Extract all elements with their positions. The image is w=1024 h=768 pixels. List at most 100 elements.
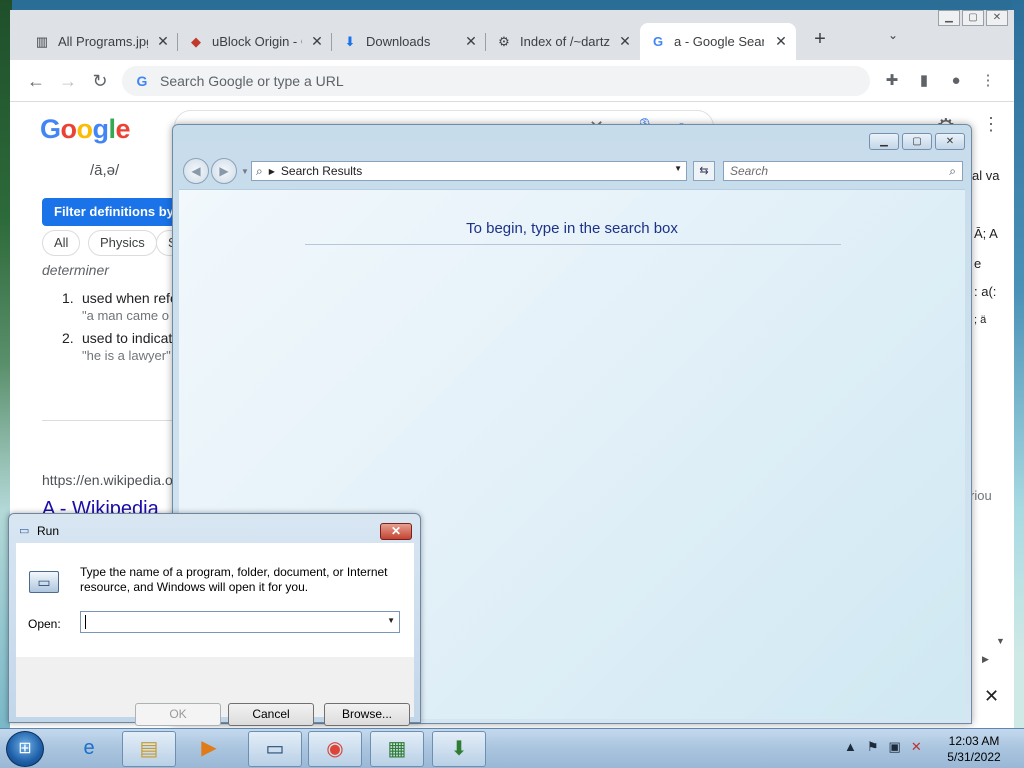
tab-downloads[interactable]: ⬇ Downloads ✕ <box>332 23 486 60</box>
search-input[interactable]: Search ⌕ <box>723 161 963 181</box>
close-icon[interactable]: ✕ <box>464 34 478 48</box>
definition-number: 2. <box>62 330 74 346</box>
knowledge-panel-text: riou <box>970 488 992 503</box>
divider <box>42 420 182 421</box>
definition-example: "he is a lawyer" <box>82 348 171 363</box>
browse-button[interactable]: Browse... <box>324 703 410 726</box>
tab-all-programs[interactable]: ▥ All Programs.jpg ✕ <box>24 23 178 60</box>
run-icon: ▭ <box>19 525 30 537</box>
network-icon[interactable]: ▣ <box>889 739 901 755</box>
start-button[interactable]: ⊞ <box>6 731 44 767</box>
run-taskbar-icon[interactable]: ▭ <box>248 731 302 767</box>
browser-toolbar: ← → ↻ G Search Google or type a URL ✚ ▮ … <box>10 60 1014 102</box>
profile-icon[interactable]: ● <box>946 71 966 91</box>
tab-index-dartz[interactable]: ⚙ Index of /~dartz ✕ <box>486 23 640 60</box>
show-hidden-icons[interactable]: ▲ <box>844 739 857 755</box>
taskbar: ⊞ e ▤ ▶ ▭ ◉ ▦ ⬇ ▲ ⚑ ▣ ✕ 12:03 AM 5/31/20… <box>0 728 1024 768</box>
address-bar[interactable]: ⌕ ▶ Search Results ▼ <box>251 161 687 181</box>
knowledge-panel-text: e <box>974 256 982 271</box>
minimize-button[interactable]: ▁ <box>938 10 960 26</box>
tab-title: Index of /~dartz <box>520 34 610 49</box>
media-player-icon[interactable]: ▶ <box>182 731 236 767</box>
knowledge-panel-text: : a(: <box>974 284 997 299</box>
extensions-icon[interactable]: ✚ <box>882 71 902 91</box>
tab-title: a - Google Searc <box>674 34 764 49</box>
result-url[interactable]: https://en.wikipedia.o <box>42 472 173 488</box>
close-icon[interactable]: ✕ <box>618 34 632 48</box>
dialog-title: Run <box>37 524 60 538</box>
open-label-text: Open: <box>28 617 61 631</box>
minimize-button[interactable]: ▁ <box>869 133 899 150</box>
side-panel-icon[interactable]: ▮ <box>914 71 934 91</box>
phonetic: /ā,ə/ <box>90 162 120 179</box>
image-icon: ▥ <box>35 33 49 49</box>
reload-button[interactable]: ↻ <box>88 69 112 93</box>
tab-google-search[interactable]: G a - Google Searc ✕ <box>640 23 796 60</box>
filter-definitions-button[interactable]: Filter definitions by to <box>42 198 192 226</box>
scroll-right-arrow[interactable]: ▶ <box>982 654 989 665</box>
chip-all[interactable]: All <box>42 230 81 256</box>
recent-pages-dropdown[interactable]: ▼ <box>241 167 249 176</box>
search-app-icon[interactable]: ⬇ <box>432 731 486 767</box>
open-label: Open: <box>28 617 61 631</box>
close-icon[interactable]: ✕ <box>774 34 788 48</box>
close-icon[interactable]: ✕ <box>310 34 324 48</box>
chrome-icon[interactable]: ◉ <box>308 731 362 767</box>
task-manager-icon[interactable]: ▦ <box>370 731 424 767</box>
close-icon[interactable]: ✕ <box>984 686 999 707</box>
knowledge-panel-text: Ā; A <box>974 226 998 241</box>
run-dialog-body: ▭ Type the name of a program, folder, do… <box>16 543 414 726</box>
back-button[interactable]: ← <box>24 69 48 93</box>
close-button[interactable]: ✕ <box>380 523 412 540</box>
close-icon[interactable]: ✕ <box>156 34 170 48</box>
internet-explorer-icon[interactable]: e <box>62 731 116 767</box>
maximize-button[interactable]: ▢ <box>902 133 932 150</box>
maximize-button[interactable]: ▢ <box>962 10 984 26</box>
scroll-down-arrow[interactable]: ▼ <box>996 636 1005 646</box>
clock[interactable]: 12:03 AM 5/31/2022 <box>934 733 1014 765</box>
back-button[interactable]: ◀ <box>183 158 209 184</box>
omnibox-placeholder: Search Google or type a URL <box>160 73 344 89</box>
new-tab-button[interactable]: + <box>806 26 834 54</box>
knowledge-panel-text: al va <box>972 168 1000 183</box>
empty-state-message: To begin, type in the search box <box>466 220 678 237</box>
part-of-speech: determiner <box>42 262 109 278</box>
refresh-button[interactable]: ⇆ <box>693 161 715 181</box>
open-field[interactable]: ▼ <box>80 611 400 633</box>
chevron-down-icon[interactable]: ▼ <box>674 164 682 173</box>
ublock-icon: ◆ <box>191 33 201 49</box>
google-logo[interactable]: Google <box>40 114 131 145</box>
close-button[interactable]: ✕ <box>986 10 1008 26</box>
system-tray: ▲ ⚑ ▣ ✕ <box>844 739 922 755</box>
tab-search-button[interactable]: ⌄ <box>882 28 904 50</box>
explorer-folder-icon[interactable]: ▤ <box>122 731 176 767</box>
definition-text: used when refe <box>82 290 178 306</box>
breadcrumb-arrow-icon[interactable]: ▶ <box>269 167 275 176</box>
text-caret <box>85 615 86 629</box>
divider <box>305 244 841 245</box>
clock-date: 5/31/2022 <box>947 750 1001 764</box>
folder-icon: ⚙ <box>498 33 510 49</box>
forward-button[interactable]: ▶ <box>211 158 237 184</box>
chip-physics[interactable]: Physics <box>88 230 157 256</box>
apps-menu-icon[interactable]: ⋮ <box>982 114 1000 135</box>
knowledge-panel-text: ; ä <box>974 314 987 326</box>
run-description: Type the name of a program, folder, docu… <box>80 565 388 594</box>
tab-ublock[interactable]: ◆ uBlock Origin - C ✕ <box>178 23 332 60</box>
ok-button[interactable]: OK <box>135 703 221 726</box>
definition-example: "a man came o <box>82 308 169 323</box>
run-program-icon: ▭ <box>29 571 59 593</box>
definition-1: 1. used when refe <box>62 290 178 306</box>
omnibox[interactable]: G Search Google or type a URL <box>122 66 870 96</box>
search-placeholder: Search <box>730 164 769 178</box>
definition-number: 1. <box>62 290 74 306</box>
chevron-down-icon[interactable]: ▼ <box>387 616 395 625</box>
flag-icon[interactable]: ⚑ <box>867 739 879 755</box>
volume-muted-icon[interactable]: ✕ <box>911 739 922 755</box>
menu-icon[interactable]: ⋮ <box>978 71 998 91</box>
close-button[interactable]: ✕ <box>935 133 965 150</box>
search-icon[interactable]: ⌕ <box>949 162 956 180</box>
forward-button[interactable]: → <box>56 69 80 93</box>
cancel-button[interactable]: Cancel <box>228 703 314 726</box>
tab-strip: ▥ All Programs.jpg ✕ ◆ uBlock Origin - C… <box>10 10 1014 60</box>
